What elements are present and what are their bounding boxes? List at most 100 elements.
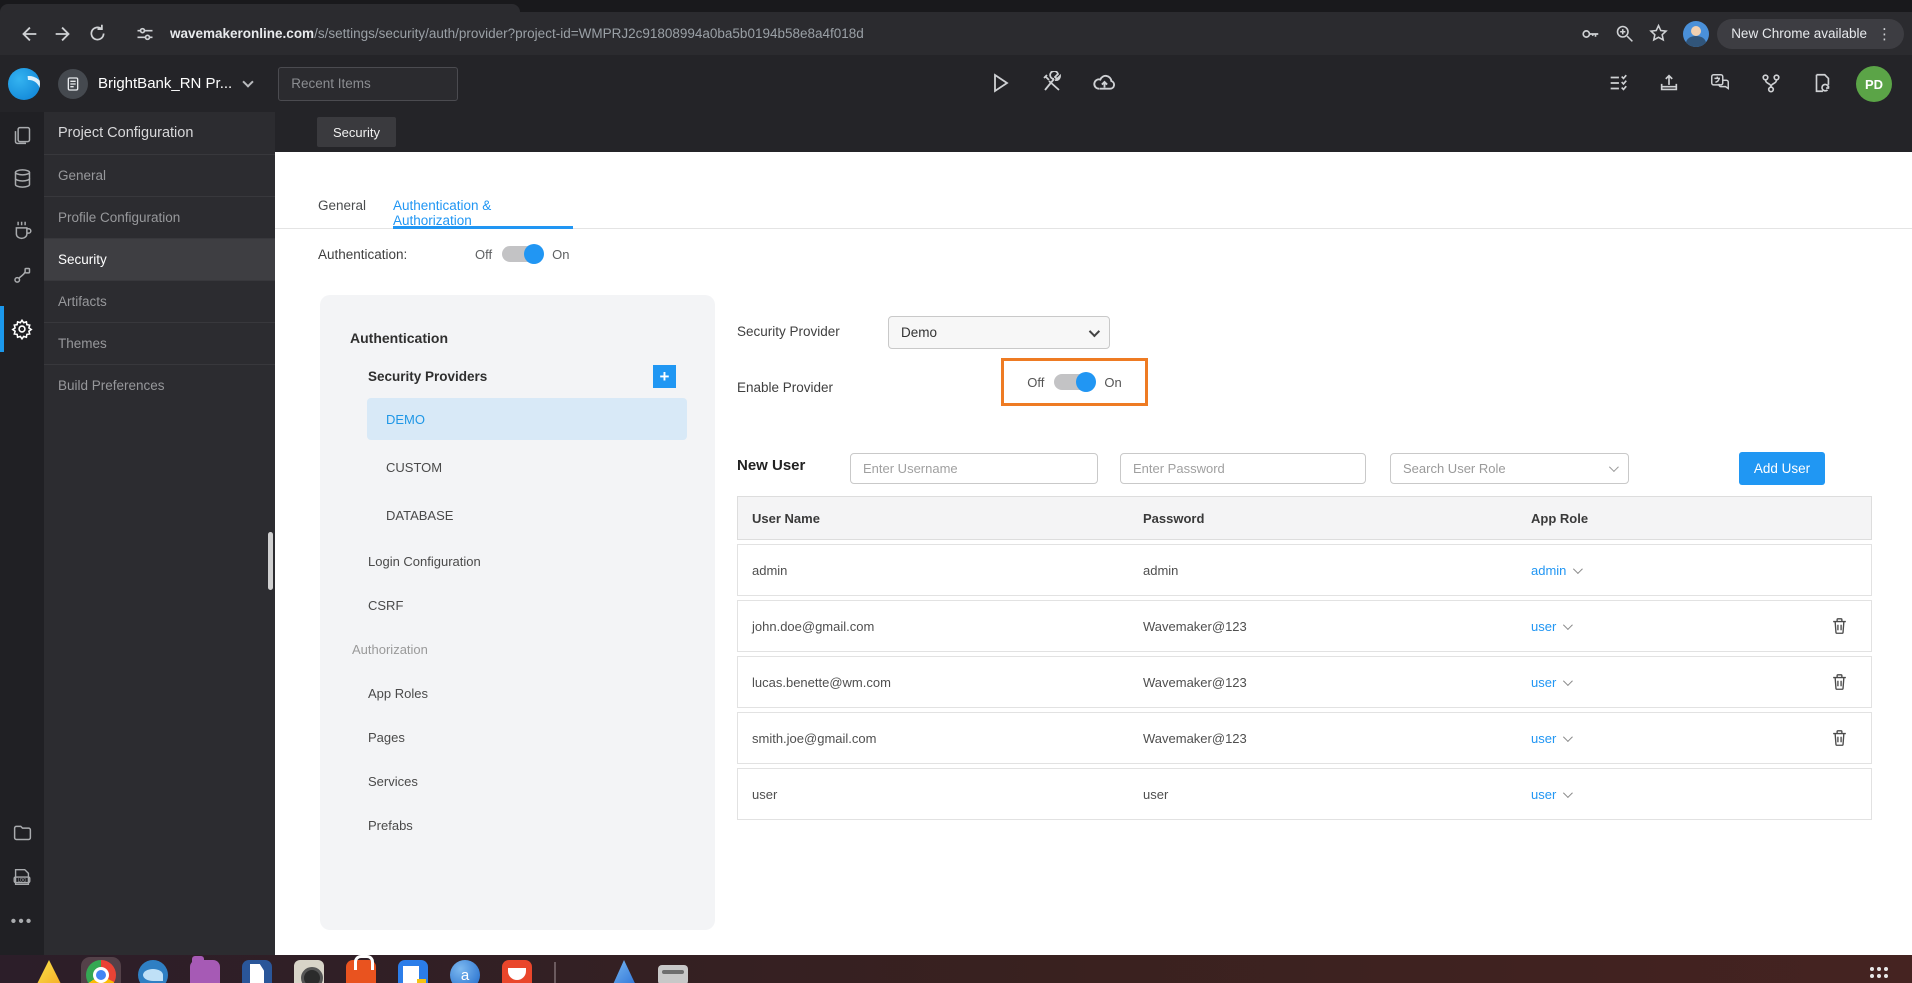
taskbar-app-slot[interactable] [502,960,532,983]
auth-nav-row[interactable]: DEMO [320,395,715,443]
username-input[interactable] [850,453,1098,484]
auth-nav-row[interactable]: DATABASE [320,491,715,539]
auth-nav-row[interactable]: Security Providers + [320,357,715,395]
cell-app-role[interactable]: user [1517,619,1871,634]
auth-nav-row[interactable]: CUSTOM [320,443,715,491]
reload-icon[interactable] [80,19,114,49]
taskbar-app-slot[interactable] [398,960,428,983]
folder-icon[interactable] [0,812,44,852]
taskbar-app-slot[interactable] [606,960,636,983]
delete-user-trash-icon[interactable] [1830,615,1849,636]
sidebar-menu-item[interactable]: Profile Configuration [44,196,275,238]
checklist-icon[interactable] [1598,65,1638,101]
cell-app-role[interactable]: user [1517,675,1871,690]
auth-nav-row[interactable]: Authorization [320,627,715,671]
settings-gear-icon[interactable] [0,309,44,349]
site-info-tune-icon[interactable] [128,19,162,49]
database-icon[interactable] [0,158,44,198]
branch-fork-icon[interactable] [1751,65,1791,101]
taskbar-app-icon-keyboard[interactable] [658,965,688,983]
security-provider-select[interactable]: Demo [888,316,1110,349]
taskbar-app-icon-writer-doc[interactable] [242,960,272,983]
add-provider-button[interactable]: + [653,365,676,388]
browser-menu-kebab-icon[interactable]: ⋮ [1873,25,1896,43]
java-services-icon[interactable] [0,210,44,250]
auth-nav-row[interactable]: Pages [320,715,715,759]
browser-active-tab[interactable] [0,4,520,12]
cloud-upload-icon[interactable] [1084,65,1124,101]
more-options-icon[interactable]: ••• [0,902,44,942]
auth-nav-row[interactable]: App Roles [320,671,715,715]
sidebar-menu-item[interactable]: General [44,154,275,196]
wavemaker-logo-icon[interactable] [8,67,40,100]
add-user-button[interactable]: Add User [1739,452,1825,485]
translate-icon[interactable] [1700,65,1740,101]
auth-nav-row[interactable]: Services [320,759,715,803]
pages-icon[interactable] [0,115,44,155]
zoom-icon[interactable] [1607,19,1641,49]
taskbar-app-slot[interactable]: a [450,960,480,983]
taskbar-app-icon-prism[interactable] [610,960,636,983]
taskbar-app-icon-docs-blue[interactable] [398,960,428,983]
project-name[interactable]: BrightBank_RN Pr... [98,75,232,92]
project-chevron-down-icon[interactable] [242,75,254,88]
taskbar-app-icon-sphere-a[interactable]: a [450,960,480,983]
taskbar-app-slot[interactable] [138,960,168,983]
auth-nav-row[interactable]: Login Configuration [320,539,715,583]
taskbar-app-icon-chrome[interactable] [86,960,116,983]
user-role-select[interactable]: Search User Role [1390,453,1629,484]
api-connector-icon[interactable] [0,255,44,295]
taskbar-app-slot[interactable] [190,956,220,983]
taskbar-app-icon-photos[interactable] [34,960,64,983]
authentication-switch[interactable] [502,244,545,264]
export-deploy-icon[interactable] [1649,65,1689,101]
password-input[interactable] [1120,453,1366,484]
show-apps-grid-icon[interactable] [1870,967,1888,978]
delete-user-trash-icon[interactable] [1830,671,1849,692]
taskbar-app-slot[interactable] [81,957,121,983]
menu-scrollbar-thumb[interactable] [268,532,273,590]
build-tools-icon[interactable] [1032,65,1072,101]
taskbar-app-slot[interactable] [554,960,584,983]
taskbar-app-slot[interactable] [346,955,376,983]
sidebar-menu-item[interactable]: Build Preferences [44,364,275,406]
cell-app-role[interactable]: user [1517,731,1871,746]
recent-items-box[interactable] [278,66,459,101]
sidebar-menu-item[interactable]: Artifacts [44,280,275,322]
taskbar-app-icon-camera[interactable] [294,960,324,983]
auth-nav-row[interactable]: Prefabs [320,803,715,847]
forward-icon[interactable] [46,19,80,49]
taskbar-app-slot[interactable] [34,960,64,983]
back-icon[interactable] [12,19,46,49]
cell-app-role[interactable]: user [1517,787,1871,802]
auth-nav-row[interactable]: Authentication [320,319,715,357]
taskbar-app-slot[interactable] [658,960,688,983]
auth-nav-row[interactable]: CSRF [320,583,715,627]
recent-items-input[interactable] [279,67,458,100]
workspace-tab-security[interactable]: Security [317,117,396,147]
tab-general[interactable]: General [318,190,366,229]
taskbar-app-slot[interactable] [294,960,324,983]
file-sync-icon[interactable] [1802,65,1842,101]
enable-provider-switch[interactable] [1054,372,1097,392]
run-play-icon[interactable] [980,65,1020,101]
taskbar-app-icon-bird-mail[interactable] [138,960,168,983]
project-avatar-icon[interactable] [58,68,88,99]
chrome-update-pill[interactable]: New Chrome available ⋮ [1717,18,1904,49]
taskbar-app-icon-store-bag[interactable] [346,955,376,983]
taskbar-app-icon-red-app[interactable] [502,960,532,983]
taskbar-app-icon-files[interactable] [190,956,220,983]
password-key-icon[interactable] [1573,19,1607,49]
sidebar-menu-item[interactable]: Security [44,238,275,280]
taskbar-app-slot[interactable] [242,960,272,983]
url-bar[interactable]: wavemakeronline.com /s/settings/security… [170,26,864,41]
log-file-icon[interactable]: LOG [0,857,44,897]
browser-profile-avatar[interactable] [1683,20,1710,47]
user-avatar[interactable]: PD [1856,66,1892,102]
cell-app-role[interactable]: admin [1517,563,1871,578]
tab-authentication-authorization[interactable]: Authentication & Authorization [393,190,573,229]
taskbar-app-icon-separator[interactable] [554,962,556,983]
bookmark-star-icon[interactable] [1641,19,1675,49]
sidebar-menu-item[interactable]: Themes [44,322,275,364]
delete-user-trash-icon[interactable] [1830,727,1849,748]
